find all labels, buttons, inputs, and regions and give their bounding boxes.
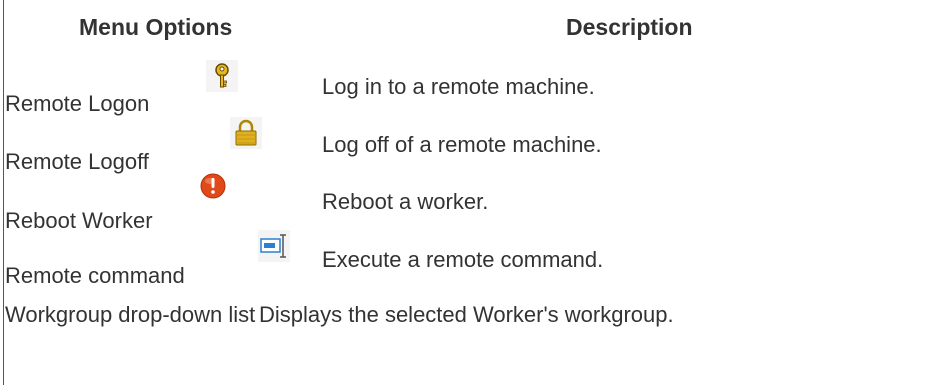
option-label-remote-command: Remote command — [5, 263, 185, 288]
description-remote-logoff: Log off of a remote machine. — [322, 132, 602, 157]
remote-command-icon — [258, 230, 290, 262]
description-workgroup-drop-down-list: Displays the selected Worker's workgroup… — [259, 302, 674, 327]
option-label-remote-logoff: Remote Logoff — [5, 149, 149, 174]
menu-options-table: Menu Options Description Remote Logon Lo… — [0, 0, 943, 385]
option-label-reboot-worker: Reboot Worker — [5, 208, 153, 233]
key-icon — [206, 60, 238, 92]
description-reboot-worker: Reboot a worker. — [322, 189, 489, 214]
description-remote-logon: Log in to a remote machine. — [322, 74, 595, 99]
header-description: Description — [566, 14, 693, 40]
description-remote-command: Execute a remote command. — [322, 247, 604, 272]
option-label-remote-logon: Remote Logon — [5, 91, 150, 116]
alert-icon — [197, 170, 229, 202]
table-left-border — [3, 0, 4, 385]
lock-icon — [230, 117, 262, 149]
header-menu-options: Menu Options — [79, 14, 233, 40]
option-label-workgroup-drop-down-list: Workgroup drop-down list — [5, 302, 256, 327]
